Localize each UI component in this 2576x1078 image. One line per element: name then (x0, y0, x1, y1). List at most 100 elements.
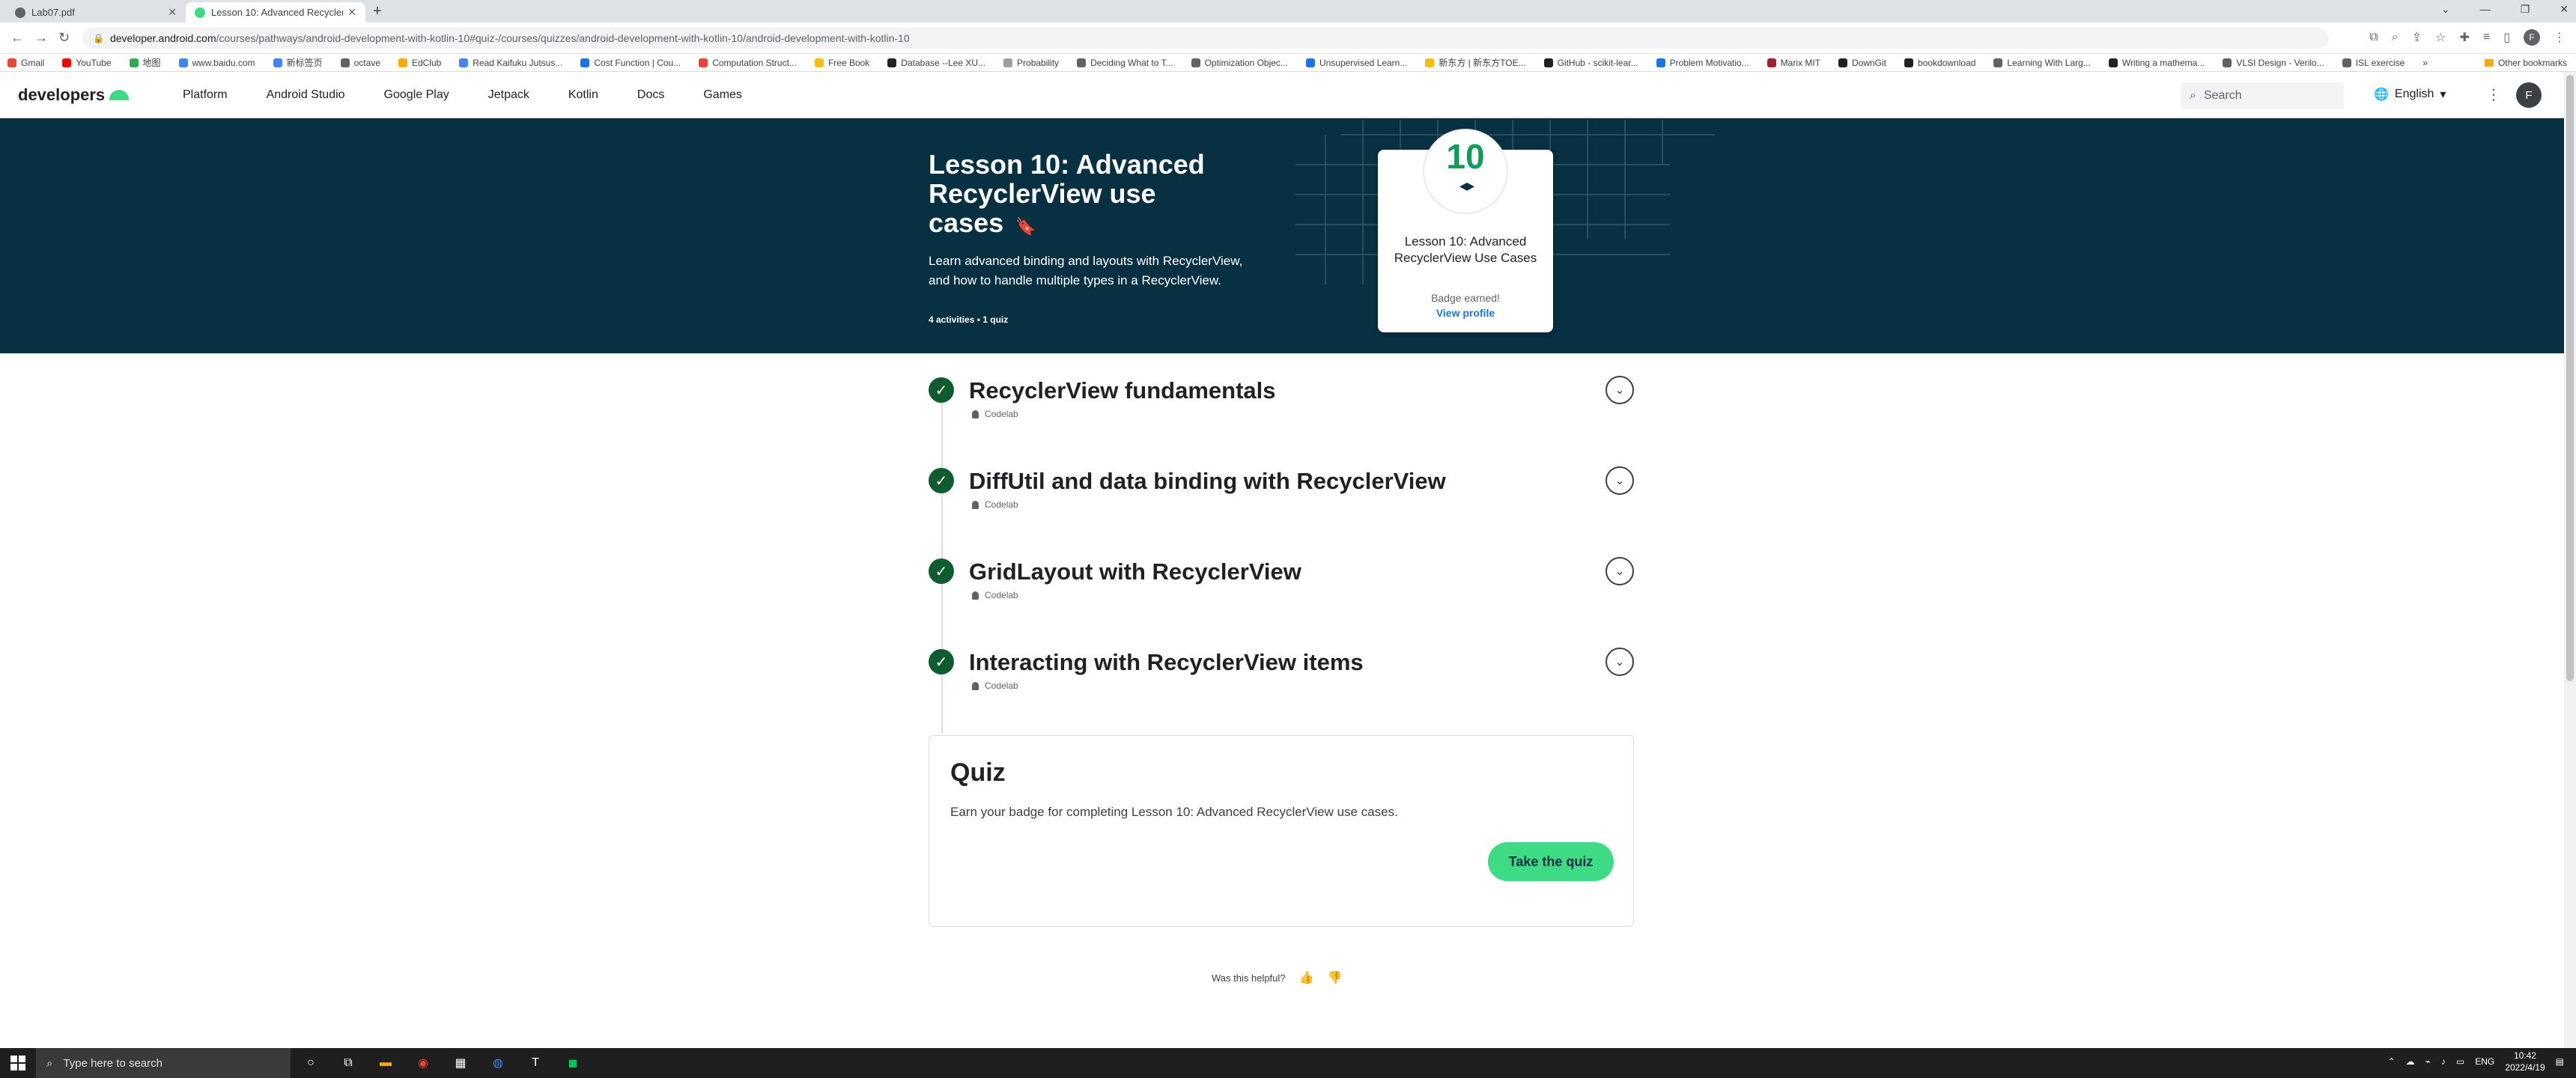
nav-link-google-play[interactable]: Google Play (384, 88, 449, 102)
activity-title[interactable]: GridLayout with RecyclerView (969, 558, 1301, 585)
bookmark-item[interactable]: VLSI Design - Verilo... (2223, 58, 2324, 68)
other-bookmarks[interactable]: Other bookmarks (2484, 58, 2567, 68)
notifications-icon[interactable]: ▤ (2556, 1056, 2564, 1067)
forward-arrow-icon[interactable]: → (34, 30, 48, 46)
thumbs-up-icon[interactable]: 👍 (1299, 970, 1314, 985)
bookmark-item[interactable]: www.baidu.com (178, 58, 255, 68)
more-options-icon[interactable]: ⋮ (2486, 85, 2501, 104)
profile-avatar[interactable]: F (2524, 29, 2540, 46)
expand-chevron-icon[interactable]: ⌄ (1606, 376, 1634, 404)
expand-chevron-icon[interactable]: ⌄ (1606, 466, 1634, 495)
address-bar[interactable]: 🔒 developer.android.com /courses/pathway… (82, 28, 2329, 49)
app-icon[interactable]: ◍ (487, 1053, 509, 1074)
activity-item[interactable]: ✓ GridLayout with RecyclerView Codelab ⌄ (929, 555, 1636, 608)
side-panel-icon[interactable]: ▯ (2503, 30, 2510, 45)
puzzle-icon[interactable]: ✚ (2459, 30, 2469, 45)
star-icon[interactable]: ☆ (2435, 30, 2446, 45)
bookmarks-overflow-button[interactable]: » (2422, 58, 2428, 68)
input-language[interactable]: ENG (2475, 1056, 2494, 1067)
bookmark-item[interactable]: 新标签页 (273, 56, 323, 69)
activity-title[interactable]: Interacting with RecyclerView items (969, 649, 1364, 676)
bookmark-item[interactable]: Writing a mathema... (2108, 58, 2205, 68)
maximize-icon[interactable]: ❐ (2521, 3, 2530, 16)
share-icon[interactable]: ⇪ (2412, 30, 2422, 45)
activity-item[interactable]: ✓ RecyclerView fundamentals Codelab ⌄ (929, 374, 1636, 427)
bookmark-item[interactable]: Database --Lee XU... (887, 58, 985, 68)
wechat-icon[interactable]: ◼ (562, 1053, 584, 1074)
clock[interactable]: 10:42 2022/4/19 (2505, 1050, 2545, 1074)
bookmark-item[interactable]: ISL exercise (2342, 58, 2405, 68)
browser-tab[interactable]: Lab07.pdf ✕ (6, 2, 186, 22)
bookmark-item[interactable]: Computation Struct... (699, 58, 797, 68)
typora-icon[interactable]: T (524, 1053, 547, 1074)
bookmark-item[interactable]: Deciding What to T... (1077, 58, 1173, 68)
volume-icon[interactable]: ♪ (2441, 1056, 2446, 1067)
bookmark-item[interactable]: Read Kaifuku Jutsus... (459, 58, 562, 68)
take-quiz-button[interactable]: Take the quiz (1488, 842, 1614, 881)
bookmark-item[interactable]: bookdownload (1904, 58, 1975, 68)
bookmark-item[interactable]: 地图 (129, 56, 161, 69)
activity-item[interactable]: ✓ Interacting with RecyclerView items Code… (929, 646, 1636, 698)
expand-chevron-icon[interactable]: ⌄ (1606, 648, 1634, 676)
bookmark-item[interactable]: Problem Motivatio... (1656, 58, 1749, 68)
search-input[interactable]: ⌕ Search (2181, 82, 2344, 109)
minimize-icon[interactable]: — (2480, 3, 2491, 16)
nav-link-jetpack[interactable]: Jetpack (488, 88, 529, 102)
task-view-icon[interactable]: ⧉ (337, 1053, 359, 1074)
activity-title[interactable]: DiffUtil and data binding with RecyclerV… (969, 468, 1446, 495)
nav-link-platform[interactable]: Platform (183, 88, 228, 102)
bookmark-icon[interactable]: 🔖 (1015, 217, 1036, 236)
close-icon[interactable]: ✕ (168, 6, 177, 19)
nav-link-android-studio[interactable]: Android Studio (267, 88, 345, 102)
developers-logo[interactable]: developers (18, 85, 130, 105)
bookmark-item[interactable]: DownGit (1838, 58, 1886, 68)
network-icon[interactable]: ⌁ (2425, 1056, 2431, 1067)
battery-icon[interactable]: ▭ (2456, 1056, 2464, 1067)
bookmark-item[interactable]: Free Book (814, 58, 869, 68)
nav-link-games[interactable]: Games (703, 88, 742, 102)
bookmark-item[interactable]: EdClub (398, 58, 441, 68)
menu-icon[interactable]: ⋮ (2554, 30, 2566, 45)
chevron-up-icon[interactable]: ⌃ (2388, 1056, 2396, 1067)
close-icon[interactable]: ✕ (347, 6, 356, 19)
windows-start-icon[interactable] (10, 1056, 25, 1071)
page-scrollbar[interactable] (2564, 72, 2576, 1048)
nav-link-kotlin[interactable]: Kotlin (568, 88, 598, 102)
user-avatar[interactable]: F (2516, 82, 2542, 108)
new-tab-button[interactable]: + (373, 3, 382, 20)
chrome-icon[interactable]: ◉ (412, 1053, 434, 1074)
file-explorer-icon[interactable]: ▬ (374, 1053, 397, 1074)
bookmark-item[interactable]: Marix MIT (1767, 58, 1820, 68)
open-in-app-icon[interactable]: ⧉ (2369, 31, 2378, 44)
bookmark-item[interactable]: GitHub - scikit-lear... (1543, 58, 1638, 68)
taskbar-search[interactable]: ⌕ Type here to search (36, 1048, 291, 1078)
browser-tab-active[interactable]: Lesson 10: Advanced RecyclerVie ✕ (186, 2, 365, 22)
chevron-down-icon[interactable]: ⌄ (2441, 3, 2450, 16)
language-selector[interactable]: 🌐 English ▾ (2374, 87, 2446, 102)
onedrive-icon[interactable]: ☁ (2406, 1056, 2415, 1067)
reading-list-icon[interactable]: ≡ (2483, 31, 2490, 44)
bookmark-item[interactable]: Gmail (7, 58, 44, 68)
back-arrow-icon[interactable]: ← (10, 30, 24, 46)
bookmark-item[interactable]: Learning With Larg... (1993, 58, 2091, 68)
reload-icon[interactable]: ↻ (58, 30, 70, 46)
bookmark-item[interactable]: Probability (1003, 58, 1059, 68)
bookmark-item[interactable]: YouTube (62, 58, 112, 68)
bookmark-favicon-icon (1543, 58, 1553, 67)
thumbs-down-icon[interactable]: 👎 (1327, 970, 1342, 985)
zoom-icon[interactable]: ⌕ (2392, 31, 2399, 44)
activity-item[interactable]: ✓ DiffUtil and data binding with Recycler… (929, 465, 1636, 517)
nav-link-docs[interactable]: Docs (637, 88, 664, 102)
view-profile-link[interactable]: View profile (1378, 307, 1553, 319)
scroll-thumb[interactable] (2566, 75, 2574, 681)
close-window-icon[interactable]: ✕ (2560, 3, 2569, 16)
bookmark-item[interactable]: 新东方 | 新东方TOE... (1425, 56, 1526, 69)
bookmark-item[interactable]: Unsupervised Learn... (1305, 58, 1407, 68)
bookmark-item[interactable]: Optimization Objec... (1191, 58, 1288, 68)
activity-title[interactable]: RecyclerView fundamentals (969, 377, 1276, 404)
cortana-icon[interactable]: ○ (300, 1053, 322, 1074)
bookmark-item[interactable]: Cost Function | Cou... (580, 58, 681, 68)
calculator-icon[interactable]: ▦ (449, 1053, 472, 1074)
expand-chevron-icon[interactable]: ⌄ (1606, 557, 1634, 585)
bookmark-item[interactable]: octave (340, 58, 380, 68)
